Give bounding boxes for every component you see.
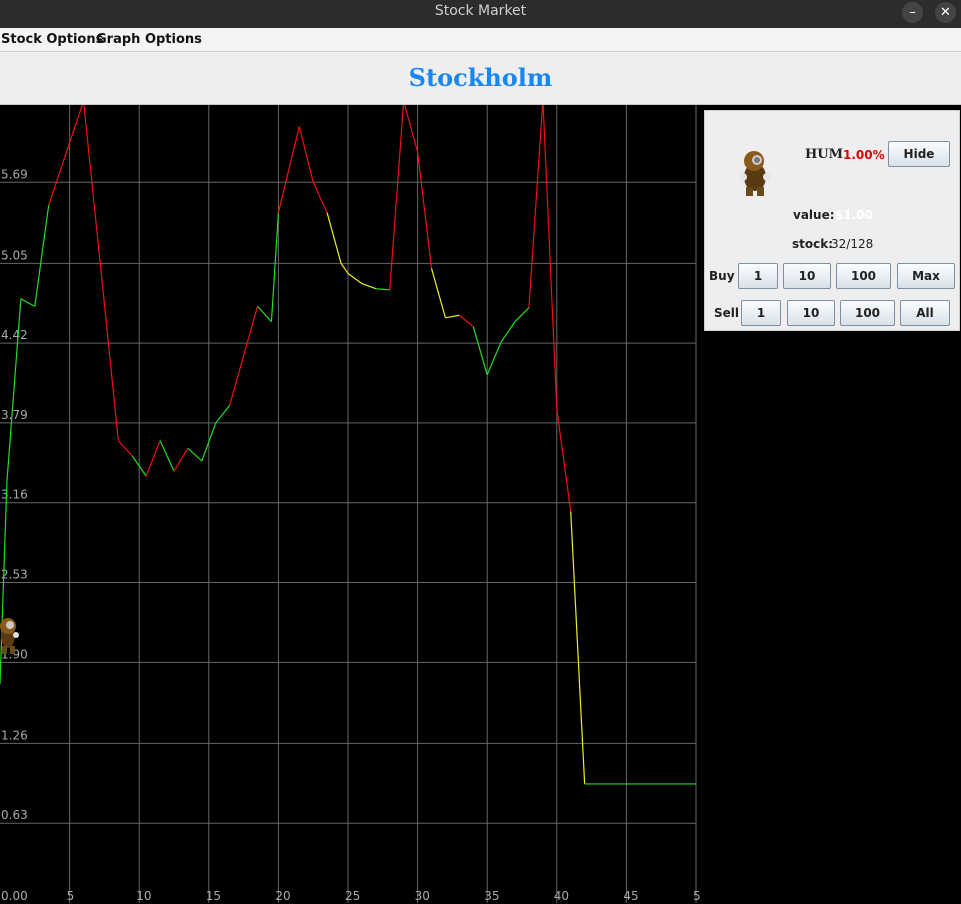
x-tick-label: 20: [275, 889, 290, 903]
price-segment: [277, 126, 300, 213]
menu-graph-options[interactable]: Graph Options: [96, 32, 202, 47]
price-segment: [34, 204, 50, 307]
x-tick-label: 30: [415, 889, 430, 903]
price-segment: [430, 268, 447, 318]
price-segment: [48, 105, 83, 206]
price-segment: [542, 105, 558, 410]
y-tick-label: 0.63: [1, 808, 28, 822]
x-tick-label: 15: [206, 889, 221, 903]
x-tick-label: 35: [484, 889, 499, 903]
price-segment: [458, 314, 474, 328]
menu-bar: Stock Options Graph Options: [0, 28, 961, 52]
buy-max-button[interactable]: Max: [897, 263, 955, 289]
y-tick-label: 5.05: [1, 248, 28, 262]
price-segment: [117, 440, 133, 457]
buy-100-button[interactable]: 100: [836, 263, 891, 289]
price-segment: [270, 212, 279, 322]
close-icon[interactable]: ✕: [935, 2, 956, 23]
price-segment: [500, 321, 516, 343]
ticker-label: HUM: [805, 147, 844, 162]
price-segment: [159, 440, 175, 472]
price-segment: [215, 404, 231, 424]
sell-10-button[interactable]: 10: [787, 300, 835, 326]
price-segment: [6, 298, 22, 482]
price-segment: [375, 288, 390, 291]
price-segment: [257, 305, 272, 323]
price-chart: 0.631.261.902.533.163.794.425.055.69 0.0…: [0, 105, 700, 903]
y-tick-label: 1.26: [1, 728, 28, 742]
price-segment: [404, 105, 419, 153]
y-tick-label: 3.79: [1, 408, 28, 422]
sell-1-button[interactable]: 1: [741, 300, 781, 326]
diver-avatar-icon: [739, 151, 771, 196]
x-tick-label: 0.00: [1, 889, 28, 903]
y-tick-label: 2.53: [1, 568, 28, 582]
x-tick-label: 10: [136, 889, 151, 903]
price-segment: [389, 105, 405, 290]
price-segment: [340, 262, 349, 274]
price-segment: [229, 306, 259, 406]
x-tick-label: 40: [554, 889, 569, 903]
x-tick-label: 45: [623, 889, 638, 903]
y-tick-label: 3.16: [1, 488, 28, 502]
price-segment: [361, 283, 377, 290]
price-segment: [103, 303, 119, 441]
price-segment: [556, 408, 572, 512]
y-axis-labels: 0.631.261.902.533.163.794.425.055.69: [1, 167, 28, 822]
y-tick-label: 4.42: [1, 328, 28, 342]
price-segment: [445, 314, 460, 319]
y-tick-label: 5.69: [1, 167, 28, 181]
buy-label: Buy: [709, 269, 735, 283]
x-tick-label: 5: [67, 889, 75, 903]
change-percent: 1.00%: [843, 148, 885, 162]
sell-label: Sell: [714, 306, 740, 320]
value-amount: $1.00: [835, 208, 873, 222]
buy-10-button[interactable]: 10: [783, 263, 831, 289]
menu-stock-options[interactable]: Stock Options: [1, 32, 103, 47]
price-segment: [486, 341, 502, 376]
price-segment: [173, 447, 189, 472]
buy-1-button[interactable]: 1: [738, 263, 778, 289]
price-segment: [514, 307, 530, 323]
price-segment: [326, 212, 342, 264]
value-label: value:: [793, 208, 835, 222]
x-axis-labels: 0.00 5 10 15 20 25 30 35 40 45 50: [1, 889, 700, 903]
price-segment: [187, 447, 203, 462]
price-segment: [20, 298, 36, 307]
price-segment: [347, 272, 363, 285]
price-segment: [417, 151, 433, 269]
price-segment: [298, 126, 314, 183]
price-segment: [312, 182, 328, 213]
hide-button[interactable]: Hide: [888, 141, 950, 167]
sell-100-button[interactable]: 100: [840, 300, 895, 326]
title-bar: Stock Market – ✕: [0, 0, 961, 28]
sell-all-button[interactable]: All: [900, 300, 950, 326]
chart-grid: [0, 105, 697, 903]
price-segment: [528, 105, 544, 308]
stock-panel: HUM 1.00% Hide value: $1.00 stock: 32/12…: [704, 110, 960, 331]
stock-label: stock:: [792, 237, 834, 251]
city-title: Stockholm: [408, 63, 553, 92]
x-tick-label: 25: [345, 889, 360, 903]
x-tick-label: 50: [693, 889, 700, 903]
price-segment: [145, 440, 161, 477]
minimize-icon[interactable]: –: [902, 2, 923, 23]
price-segment: [472, 326, 488, 375]
price-segment: [83, 105, 105, 304]
stock-count: 32/128: [831, 237, 874, 251]
window-title: Stock Market: [434, 3, 527, 19]
header: Stockholm: [0, 52, 961, 105]
